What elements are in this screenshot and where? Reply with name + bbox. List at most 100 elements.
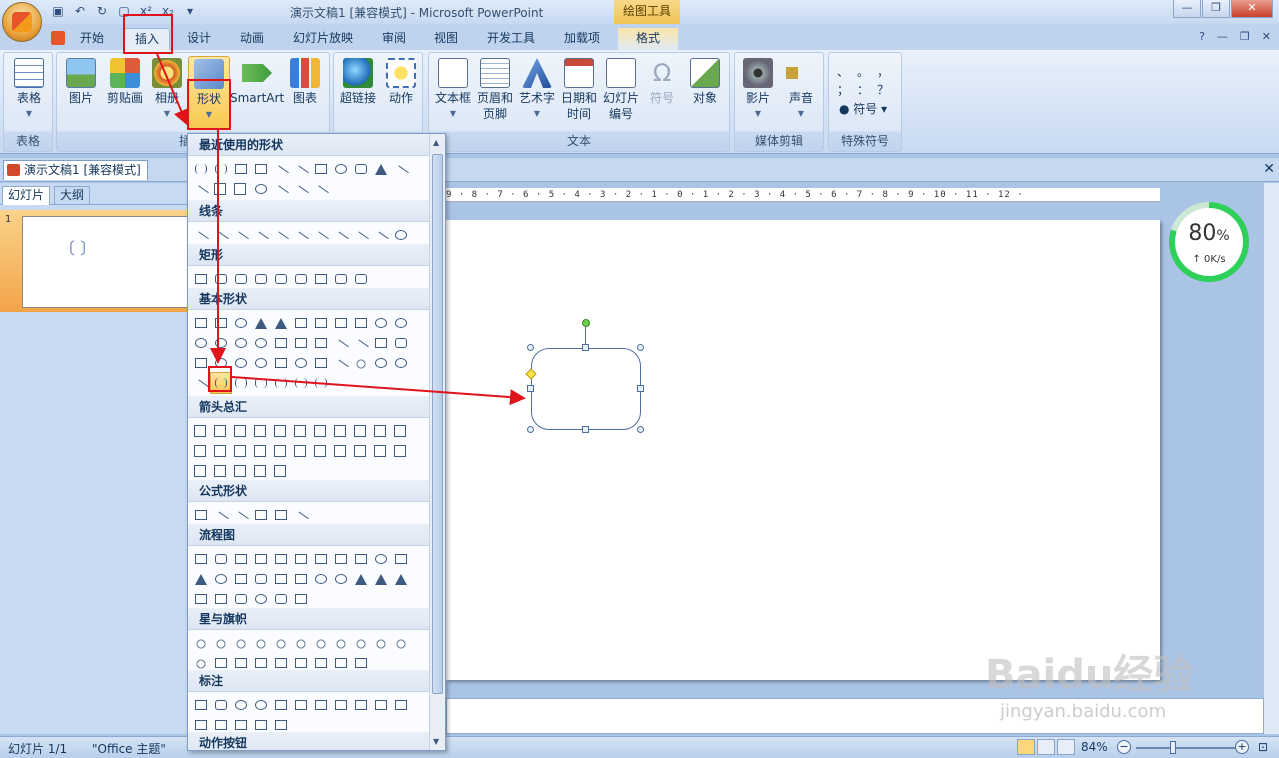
- save-icon[interactable]: ▣: [50, 3, 66, 19]
- shape-item[interactable]: [391, 633, 411, 653]
- shape-item[interactable]: [271, 633, 291, 653]
- shape-item[interactable]: [331, 225, 351, 247]
- shape-item[interactable]: [231, 695, 251, 715]
- shape-item[interactable]: [391, 549, 411, 569]
- resize-handle-b[interactable]: [582, 426, 589, 433]
- shape-item[interactable]: [191, 461, 211, 481]
- shape-item[interactable]: [191, 549, 211, 569]
- shape-item[interactable]: [231, 633, 251, 653]
- sound-button[interactable]: 声音 ▼: [781, 56, 821, 122]
- shape-item[interactable]: [271, 441, 291, 461]
- shape-item[interactable]: [191, 589, 211, 609]
- album-button[interactable]: 相册 ▼: [149, 56, 185, 122]
- shape-item[interactable]: [271, 373, 291, 393]
- help-icon[interactable]: ?: [1199, 30, 1205, 43]
- shape-item[interactable]: [331, 569, 351, 589]
- shape-item[interactable]: [211, 589, 231, 609]
- shape-item[interactable]: [251, 313, 271, 333]
- addin-icon[interactable]: [48, 28, 68, 50]
- shape-item[interactable]: [271, 333, 291, 353]
- document-tab[interactable]: 演示文稿1 [兼容模式]: [3, 160, 148, 180]
- movie-button[interactable]: 影片 ▼: [737, 56, 779, 122]
- shape-item[interactable]: [211, 421, 231, 441]
- shape-item[interactable]: [371, 441, 391, 461]
- doc-minimize-icon[interactable]: —: [1217, 30, 1228, 43]
- shape-item[interactable]: [271, 353, 291, 373]
- shape-item[interactable]: [331, 353, 351, 375]
- shape-item[interactable]: [231, 441, 251, 461]
- shape-item[interactable]: [391, 441, 411, 461]
- shape-item[interactable]: [351, 421, 371, 441]
- tab-developer[interactable]: 开发工具: [478, 28, 544, 50]
- slide-thumbnail-selected[interactable]: 1 〔 〕: [0, 210, 188, 312]
- doc-close-icon[interactable]: ✕: [1262, 30, 1271, 43]
- symbol-item[interactable]: 、: [837, 63, 857, 81]
- close-icon[interactable]: ✕: [1231, 0, 1273, 18]
- slide-canvas[interactable]: [446, 220, 1160, 680]
- shape-item[interactable]: [351, 269, 371, 289]
- shape-item[interactable]: [191, 505, 211, 525]
- shape-item[interactable]: [211, 461, 231, 481]
- table-button[interactable]: 表格 ▼: [8, 56, 50, 122]
- shape-item[interactable]: [311, 549, 331, 569]
- tab-view[interactable]: 视图: [424, 28, 468, 50]
- wordart-button[interactable]: 艺术字 ▼: [517, 56, 557, 122]
- restore-icon[interactable]: ❐: [1202, 0, 1230, 18]
- shape-item[interactable]: [191, 159, 211, 179]
- shape-item[interactable]: [271, 549, 291, 569]
- shape-item[interactable]: [291, 441, 311, 461]
- shape-item[interactable]: [311, 333, 331, 353]
- shape-item[interactable]: [331, 421, 351, 441]
- slide-number-button[interactable]: 幻灯片 编号: [601, 56, 641, 122]
- clipart-button[interactable]: 剪贴画: [103, 56, 147, 106]
- resize-handle-tr[interactable]: [637, 344, 644, 351]
- shape-item[interactable]: [231, 353, 251, 373]
- shape-item[interactable]: [371, 421, 391, 441]
- shape-item[interactable]: [251, 353, 271, 373]
- special-symbol-button[interactable]: ● 符号 ▾: [839, 101, 893, 117]
- shape-item[interactable]: [391, 353, 411, 373]
- shape-item[interactable]: [251, 269, 271, 289]
- shape-item[interactable]: [291, 589, 311, 609]
- shape-item[interactable]: [271, 421, 291, 441]
- tab-home[interactable]: 开始: [72, 28, 112, 50]
- zoom-out-icon[interactable]: −: [1117, 740, 1131, 754]
- double-bracket-shape[interactable]: [531, 348, 641, 430]
- picture-button[interactable]: 图片: [61, 56, 101, 106]
- shape-item[interactable]: [231, 505, 251, 527]
- shape-item[interactable]: [391, 333, 411, 353]
- shape-item[interactable]: [311, 695, 331, 715]
- rotation-handle[interactable]: [582, 319, 590, 327]
- shape-item[interactable]: [191, 313, 211, 333]
- shape-item[interactable]: [331, 441, 351, 461]
- gallery-scrollbar[interactable]: ▲ ▼: [429, 134, 445, 750]
- shape-item[interactable]: [211, 179, 231, 199]
- shape-item[interactable]: [231, 569, 251, 589]
- shape-item[interactable]: [251, 421, 271, 441]
- shape-item[interactable]: [291, 633, 311, 653]
- shape-item[interactable]: [291, 549, 311, 569]
- shape-item[interactable]: [371, 225, 391, 247]
- tab-format[interactable]: 格式: [618, 28, 678, 50]
- shape-item[interactable]: [311, 373, 331, 393]
- shape-item[interactable]: [311, 313, 331, 333]
- chart-button[interactable]: 图表: [287, 56, 323, 106]
- shape-item[interactable]: [291, 695, 311, 715]
- shape-item[interactable]: [251, 333, 271, 353]
- doc-restore-icon[interactable]: ❐: [1240, 30, 1250, 43]
- shape-item[interactable]: [371, 353, 391, 373]
- shape-item[interactable]: [391, 313, 411, 333]
- shape-item[interactable]: [231, 421, 251, 441]
- shape-item[interactable]: [291, 505, 311, 527]
- shape-item[interactable]: [311, 633, 331, 653]
- qat-customize-icon[interactable]: ▾: [182, 3, 198, 19]
- shape-item[interactable]: [251, 441, 271, 461]
- shape-item[interactable]: [351, 549, 371, 569]
- shape-item[interactable]: [231, 269, 251, 289]
- shape-item[interactable]: [391, 569, 411, 589]
- datetime-button[interactable]: 日期和 时间: [559, 56, 599, 122]
- smartart-button[interactable]: SmartArt: [230, 56, 284, 106]
- shape-item[interactable]: [331, 313, 351, 333]
- shape-item[interactable]: [251, 461, 271, 481]
- shape-item[interactable]: [211, 633, 231, 653]
